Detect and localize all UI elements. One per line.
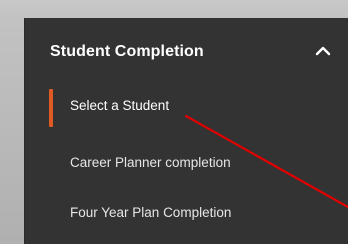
panel-title: Student Completion	[50, 43, 204, 60]
nav-item-four-year-plan-completion[interactable]: Four Year Plan Completion	[25, 194, 348, 234]
nav-item-select-a-student[interactable]: Select a Student	[25, 87, 348, 127]
nav-item-label: Select a Student	[70, 98, 170, 113]
nav-item-career-planner-completion[interactable]: Career Planner completion	[25, 144, 348, 184]
active-indicator	[49, 89, 53, 127]
nav-item-label: Four Year Plan Completion	[70, 205, 232, 220]
student-completion-panel: Student Completion Select a Student Care…	[25, 18, 348, 244]
nav-item-label: Career Planner completion	[70, 155, 231, 170]
chevron-up-icon[interactable]	[315, 44, 331, 58]
panel-header[interactable]: Student Completion	[25, 18, 348, 90]
